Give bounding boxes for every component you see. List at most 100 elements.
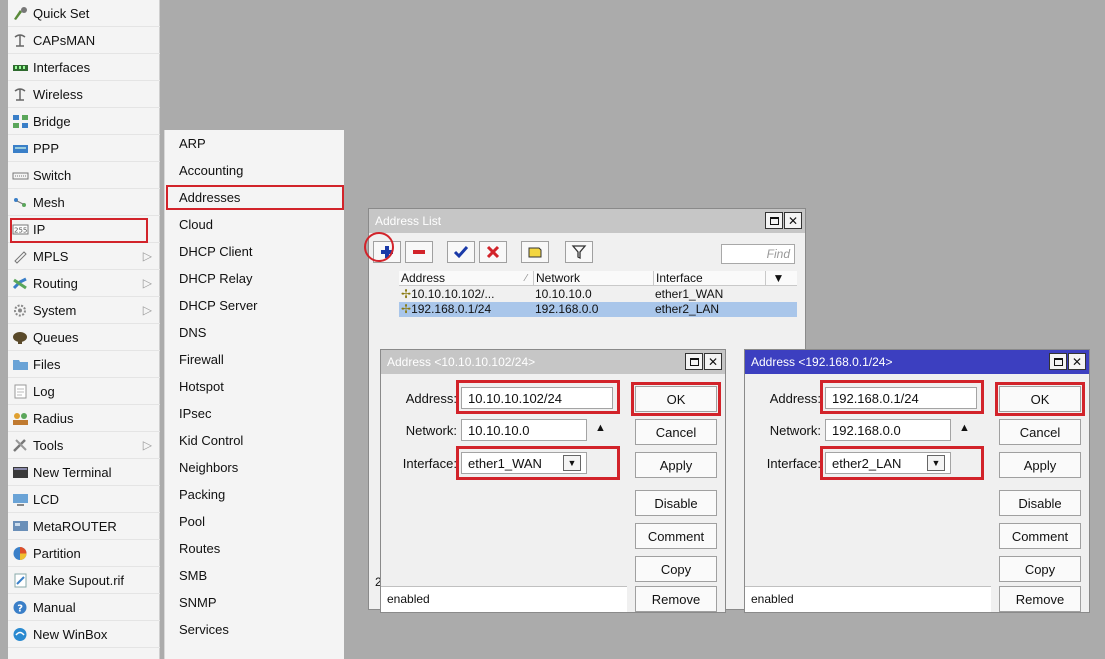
- submenu-item-neighbors[interactable]: Neighbors: [165, 454, 345, 481]
- remove-button[interactable]: [405, 241, 433, 263]
- comment-icon: [528, 247, 542, 258]
- maximize-button[interactable]: [685, 353, 703, 370]
- maximize-icon: [1053, 357, 1063, 366]
- submenu-item-dns[interactable]: DNS: [165, 319, 345, 346]
- menu-item-radius[interactable]: Radius: [8, 405, 160, 432]
- copy-button[interactable]: Copy: [999, 556, 1081, 582]
- menu-item-partition[interactable]: Partition: [8, 540, 160, 567]
- interface-cell: ether1_WAN: [655, 287, 724, 301]
- network-field[interactable]: 10.10.10.0: [461, 419, 587, 441]
- network-field[interactable]: 192.168.0.0: [825, 419, 951, 441]
- minus-icon: [413, 250, 425, 254]
- status-bar: enabled: [381, 586, 627, 612]
- table-row[interactable]: ✢192.168.0.1/24 192.168.0.0 ether2_LAN: [399, 302, 797, 317]
- submenu-item-accounting[interactable]: Accounting: [165, 157, 345, 184]
- menu-item-mpls[interactable]: MPLS ▷: [8, 243, 160, 270]
- apply-button[interactable]: Apply: [999, 452, 1081, 478]
- maximize-button[interactable]: [765, 212, 783, 229]
- maximize-icon: [689, 357, 699, 366]
- submenu-item-dhcp-server[interactable]: DHCP Server: [165, 292, 345, 319]
- collapse-arrow-icon[interactable]: ▲: [595, 422, 606, 434]
- remove-button[interactable]: Remove: [999, 586, 1081, 612]
- submenu-arrow-icon: ▷: [142, 303, 152, 317]
- dialog-title: Address <10.10.10.102/24>: [387, 355, 536, 369]
- disable-button[interactable]: [479, 241, 507, 263]
- network-cell: 10.10.10.0: [535, 287, 592, 301]
- submenu-arrow-icon: ▷: [142, 249, 152, 263]
- submenu-item-pool[interactable]: Pool: [165, 508, 345, 535]
- submenu-item-smb[interactable]: SMB: [165, 562, 345, 589]
- main-menu: Quick Set CAPsMAN Interfaces Wireless Br…: [8, 0, 160, 659]
- enable-button[interactable]: [447, 241, 475, 263]
- submenu-item-addresses[interactable]: Addresses: [165, 184, 345, 211]
- comment-button[interactable]: [521, 241, 549, 263]
- menu-item-capsman[interactable]: CAPsMAN: [8, 27, 160, 54]
- column-network[interactable]: Network: [533, 271, 653, 286]
- menu-item-metarouter[interactable]: MetaROUTER: [8, 513, 160, 540]
- menu-item-queues[interactable]: Queues: [8, 324, 160, 351]
- collapse-arrow-icon[interactable]: ▲: [959, 422, 970, 434]
- dialog-title: Address <192.168.0.1/24>: [751, 355, 893, 369]
- sort-icon: ⁄: [525, 273, 527, 284]
- remove-button[interactable]: Remove: [635, 586, 717, 612]
- menu-item-new-winbox[interactable]: New WinBox: [8, 621, 160, 648]
- menu-item-ppp[interactable]: PPP: [8, 135, 160, 162]
- close-button[interactable]: ✕: [1068, 353, 1086, 370]
- menu-item-bridge[interactable]: Bridge: [8, 108, 160, 135]
- submenu-item-kid-control[interactable]: Kid Control: [165, 427, 345, 454]
- menu-item-log[interactable]: Log: [8, 378, 160, 405]
- filter-button[interactable]: [565, 241, 593, 263]
- disable-button[interactable]: Disable: [635, 490, 717, 516]
- add-button-highlight: [364, 232, 394, 262]
- menu-item-files[interactable]: Files: [8, 351, 160, 378]
- address-list-titlebar[interactable]: Address List ✕: [369, 209, 805, 233]
- table-row[interactable]: ✢10.10.10.102/... 10.10.10.0 ether1_WAN: [399, 287, 797, 302]
- menu-item-make-supout[interactable]: Make Supout.rif: [8, 567, 160, 594]
- submenu-item-snmp[interactable]: SNMP: [165, 589, 345, 616]
- submenu-item-ipsec[interactable]: IPsec: [165, 400, 345, 427]
- menu-item-manual[interactable]: ? Manual: [8, 594, 160, 621]
- network-cell: 192.168.0.0: [535, 302, 599, 316]
- menu-item-routing[interactable]: Routing ▷: [8, 270, 160, 297]
- menu-item-system[interactable]: System ▷: [8, 297, 160, 324]
- find-input[interactable]: Find: [721, 244, 795, 264]
- submenu-item-dhcp-client[interactable]: DHCP Client: [165, 238, 345, 265]
- copy-button[interactable]: Copy: [635, 556, 717, 582]
- menu-item-ip[interactable]: 255 IP: [8, 216, 160, 243]
- submenu-item-dhcp-relay[interactable]: DHCP Relay: [165, 265, 345, 292]
- menu-item-lcd[interactable]: LCD: [8, 486, 160, 513]
- column-address[interactable]: Address ⁄: [399, 271, 533, 286]
- close-button[interactable]: ✕: [784, 212, 802, 229]
- submenu-item-cloud[interactable]: Cloud: [165, 211, 345, 238]
- dialog-titlebar[interactable]: Address <192.168.0.1/24> ✕: [745, 350, 1089, 374]
- column-interface[interactable]: Interface: [653, 271, 765, 286]
- comment-button[interactable]: Comment: [635, 523, 717, 549]
- submenu-item-arp[interactable]: ARP: [165, 130, 345, 157]
- menu-item-switch[interactable]: Switch: [8, 162, 160, 189]
- cancel-button[interactable]: Cancel: [635, 419, 717, 445]
- switch-icon: [12, 168, 29, 183]
- submenu-item-packing[interactable]: Packing: [165, 481, 345, 508]
- apply-button[interactable]: Apply: [635, 452, 717, 478]
- cancel-button[interactable]: Cancel: [999, 419, 1081, 445]
- menu-item-mesh[interactable]: Mesh: [8, 189, 160, 216]
- ip-submenu: ARP Accounting Addresses Cloud DHCP Clie…: [164, 130, 344, 659]
- comment-button[interactable]: Comment: [999, 523, 1081, 549]
- close-button[interactable]: ✕: [704, 353, 722, 370]
- menu-item-wireless[interactable]: Wireless: [8, 81, 160, 108]
- menu-item-quick-set[interactable]: Quick Set: [8, 0, 160, 27]
- menu-item-tools[interactable]: Tools ▷: [8, 432, 160, 459]
- submenu-arrow-icon: ▷: [142, 276, 152, 290]
- lcd-icon: [12, 492, 29, 507]
- submenu-item-firewall[interactable]: Firewall: [165, 346, 345, 373]
- menu-item-interfaces[interactable]: Interfaces: [8, 54, 160, 81]
- menu-item-new-terminal[interactable]: New Terminal: [8, 459, 160, 486]
- dialog-titlebar[interactable]: Address <10.10.10.102/24> ✕: [381, 350, 725, 374]
- disable-button[interactable]: Disable: [999, 490, 1081, 516]
- submenu-item-routes[interactable]: Routes: [165, 535, 345, 562]
- dropdown-icon: ▼: [772, 271, 785, 285]
- column-dropdown-button[interactable]: ▼: [765, 271, 789, 286]
- maximize-button[interactable]: [1049, 353, 1067, 370]
- submenu-item-hotspot[interactable]: Hotspot: [165, 373, 345, 400]
- submenu-item-services[interactable]: Services: [165, 616, 345, 643]
